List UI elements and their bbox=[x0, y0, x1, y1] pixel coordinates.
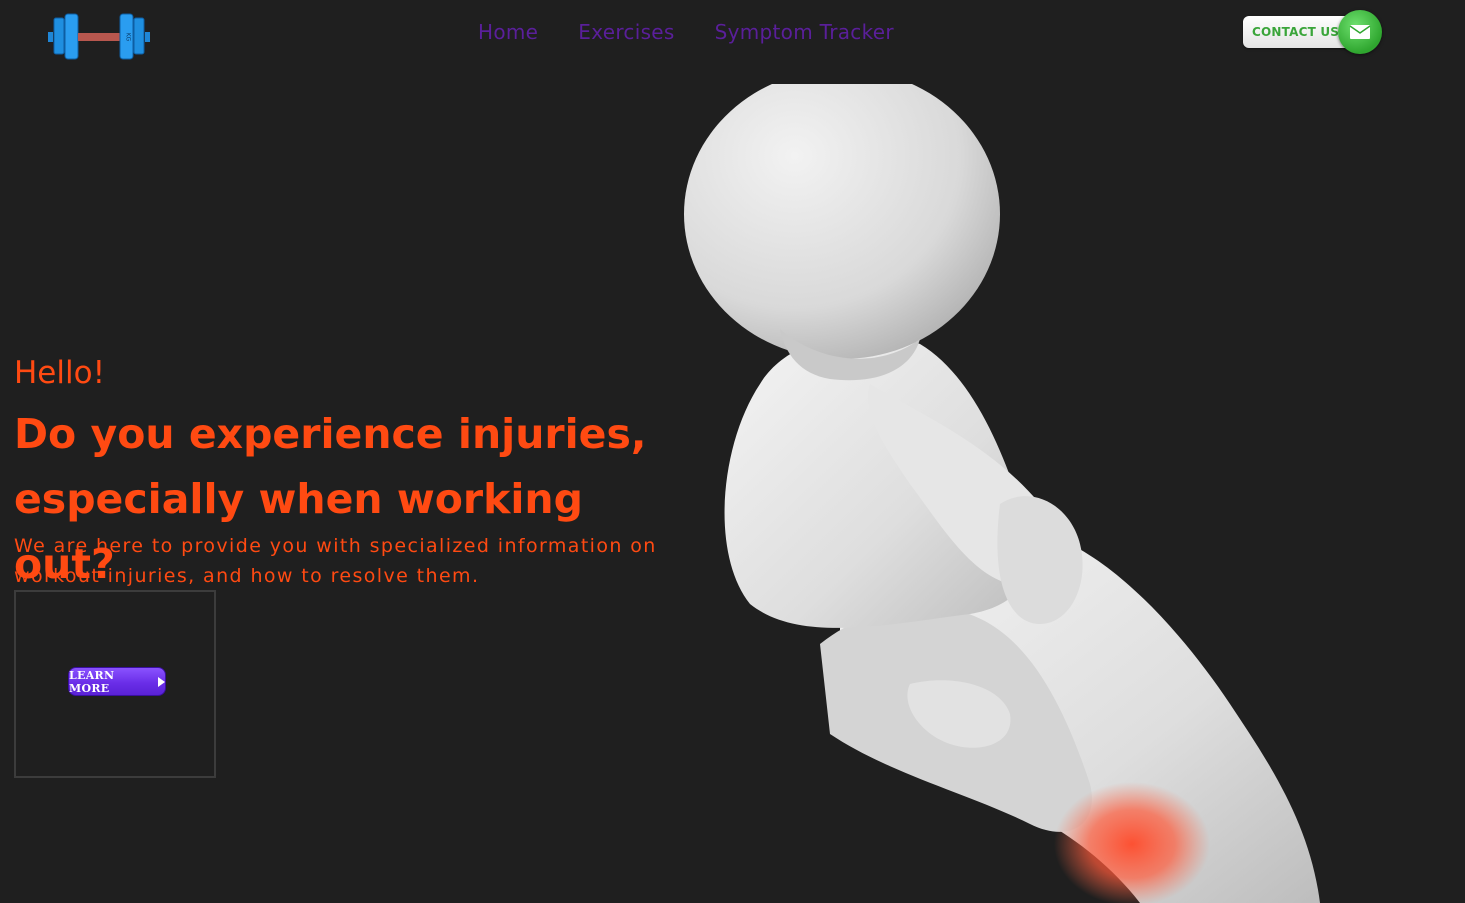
envelope-icon bbox=[1349, 25, 1371, 39]
contact-circle bbox=[1338, 10, 1382, 54]
contact-us-label: CONTACT US bbox=[1252, 25, 1340, 39]
contact-us-button[interactable]: CONTACT US bbox=[1243, 10, 1383, 56]
play-arrow-icon bbox=[158, 676, 165, 687]
main-nav: Home Exercises Symptom Tracker bbox=[478, 20, 894, 44]
learn-more-button[interactable]: LEARN MORE bbox=[68, 667, 166, 696]
cta-frame: LEARN MORE bbox=[14, 590, 216, 778]
nav-exercises[interactable]: Exercises bbox=[578, 20, 674, 44]
dumbbell-icon: KG bbox=[48, 13, 150, 60]
logo-dumbbell[interactable]: KG bbox=[46, 12, 152, 62]
learn-more-label: LEARN MORE bbox=[69, 668, 115, 695]
greeting-text: Hello! bbox=[14, 355, 106, 391]
hero-subtext: We are here to provide you with speciali… bbox=[14, 535, 657, 587]
nav-symptom-tracker[interactable]: Symptom Tracker bbox=[715, 20, 894, 44]
page: KG Home Exercises Symptom Tracker CONTAC… bbox=[0, 0, 1465, 903]
logo-kg-label: KG bbox=[125, 33, 132, 42]
injured-figure-illustration bbox=[684, 84, 1320, 903]
nav-home[interactable]: Home bbox=[478, 20, 538, 44]
